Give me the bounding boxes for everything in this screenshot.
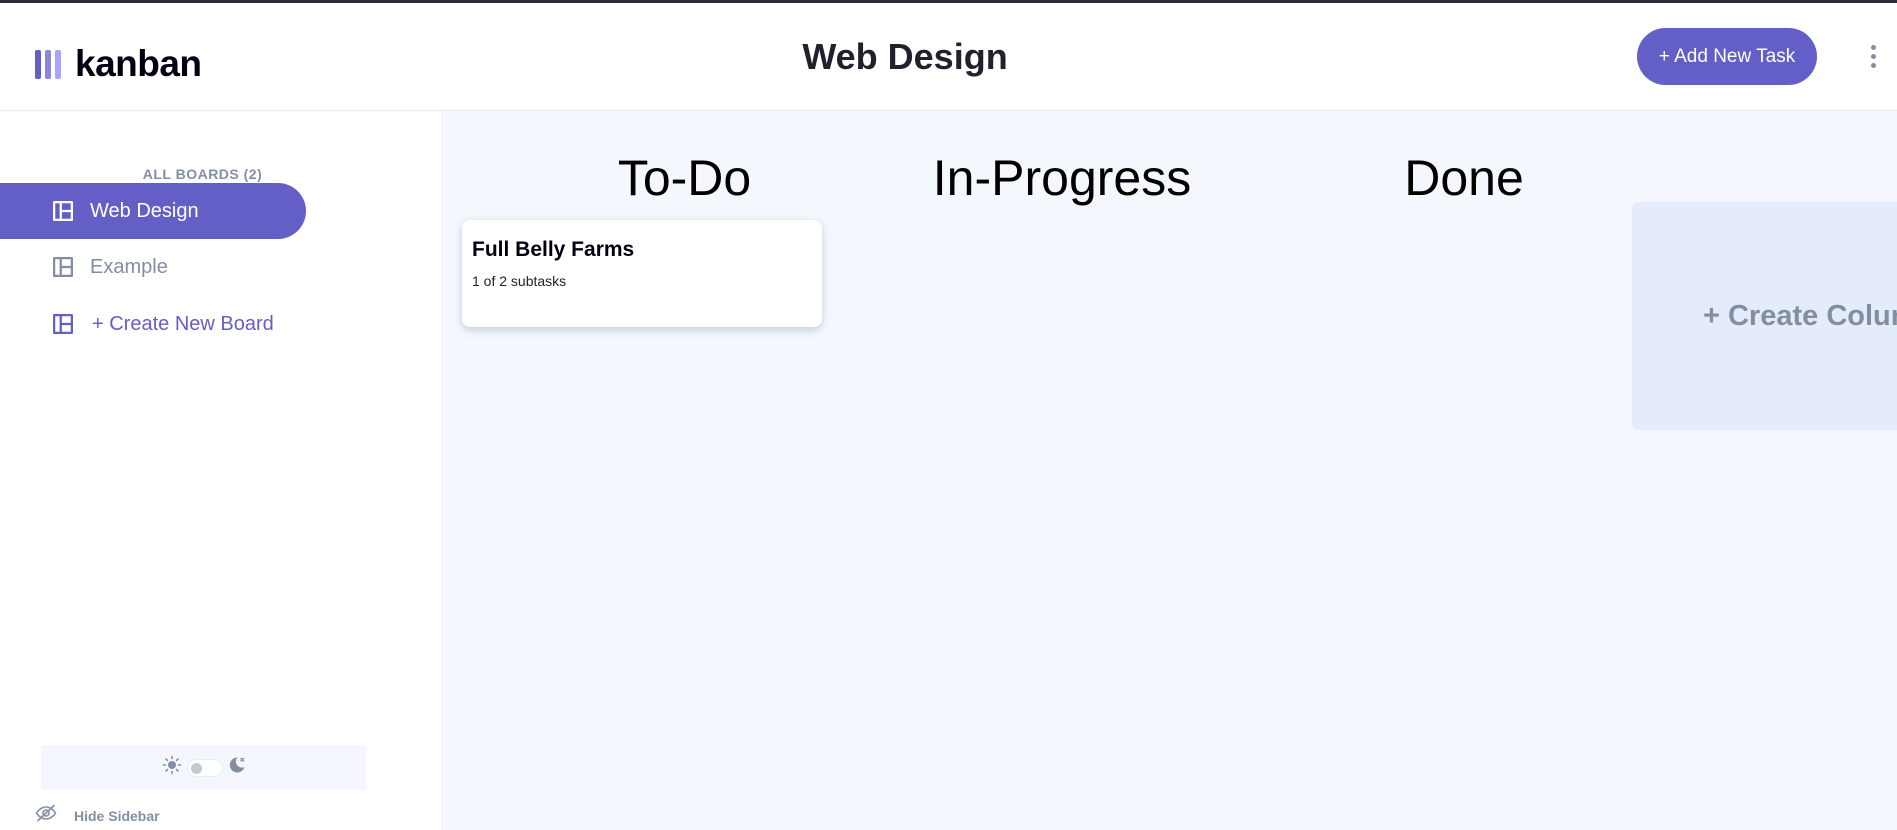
task-card[interactable]: Full Belly Farms 1 of 2 subtasks	[462, 220, 822, 327]
board-canvas: To-Do In-Progress Done Full Belly Farms …	[444, 111, 1897, 830]
board-icon	[53, 314, 73, 334]
sidebar: ALL BOARDS (2) Web Design Example + Crea…	[0, 111, 443, 830]
theme-switch[interactable]	[186, 758, 223, 777]
task-title: Full Belly Farms	[472, 238, 635, 261]
create-new-board-button[interactable]: + Create New Board	[0, 296, 306, 352]
hide-sidebar-button[interactable]: Hide Sidebar	[35, 804, 160, 827]
sun-icon	[162, 755, 182, 780]
moon-icon	[228, 756, 246, 779]
column-heading-to-do: To-Do	[617, 150, 752, 206]
sidebar-item-label: Example	[90, 255, 168, 278]
add-new-task-button[interactable]: + Add New Task	[1637, 28, 1817, 85]
create-column-button[interactable]: + Create Column	[1632, 202, 1897, 430]
sidebar-item-label: Web Design	[90, 199, 199, 222]
sidebar-item-example[interactable]: Example	[0, 239, 306, 295]
task-subtask-count: 1 of 2 subtasks	[472, 273, 567, 289]
board-icon	[53, 201, 73, 221]
sidebar-item-web-design[interactable]: Web Design	[0, 183, 306, 239]
vertical-ellipsis-icon[interactable]	[1866, 45, 1880, 73]
all-boards-heading: ALL BOARDS (2)	[142, 166, 263, 182]
hide-sidebar-label: Hide Sidebar	[74, 807, 160, 824]
app-header: kanban Web Design + Add New Task	[0, 3, 1897, 111]
theme-toggle-panel	[41, 745, 366, 790]
board-icon	[53, 257, 73, 277]
create-column-label: + Create Column	[1703, 299, 1897, 332]
column-heading-done: Done	[1404, 150, 1524, 206]
eye-slash-icon	[35, 804, 57, 827]
create-new-board-label: + Create New Board	[92, 312, 274, 335]
column-heading-in-progress: In-Progress	[932, 150, 1192, 206]
board-title: Web Design	[802, 36, 1008, 77]
